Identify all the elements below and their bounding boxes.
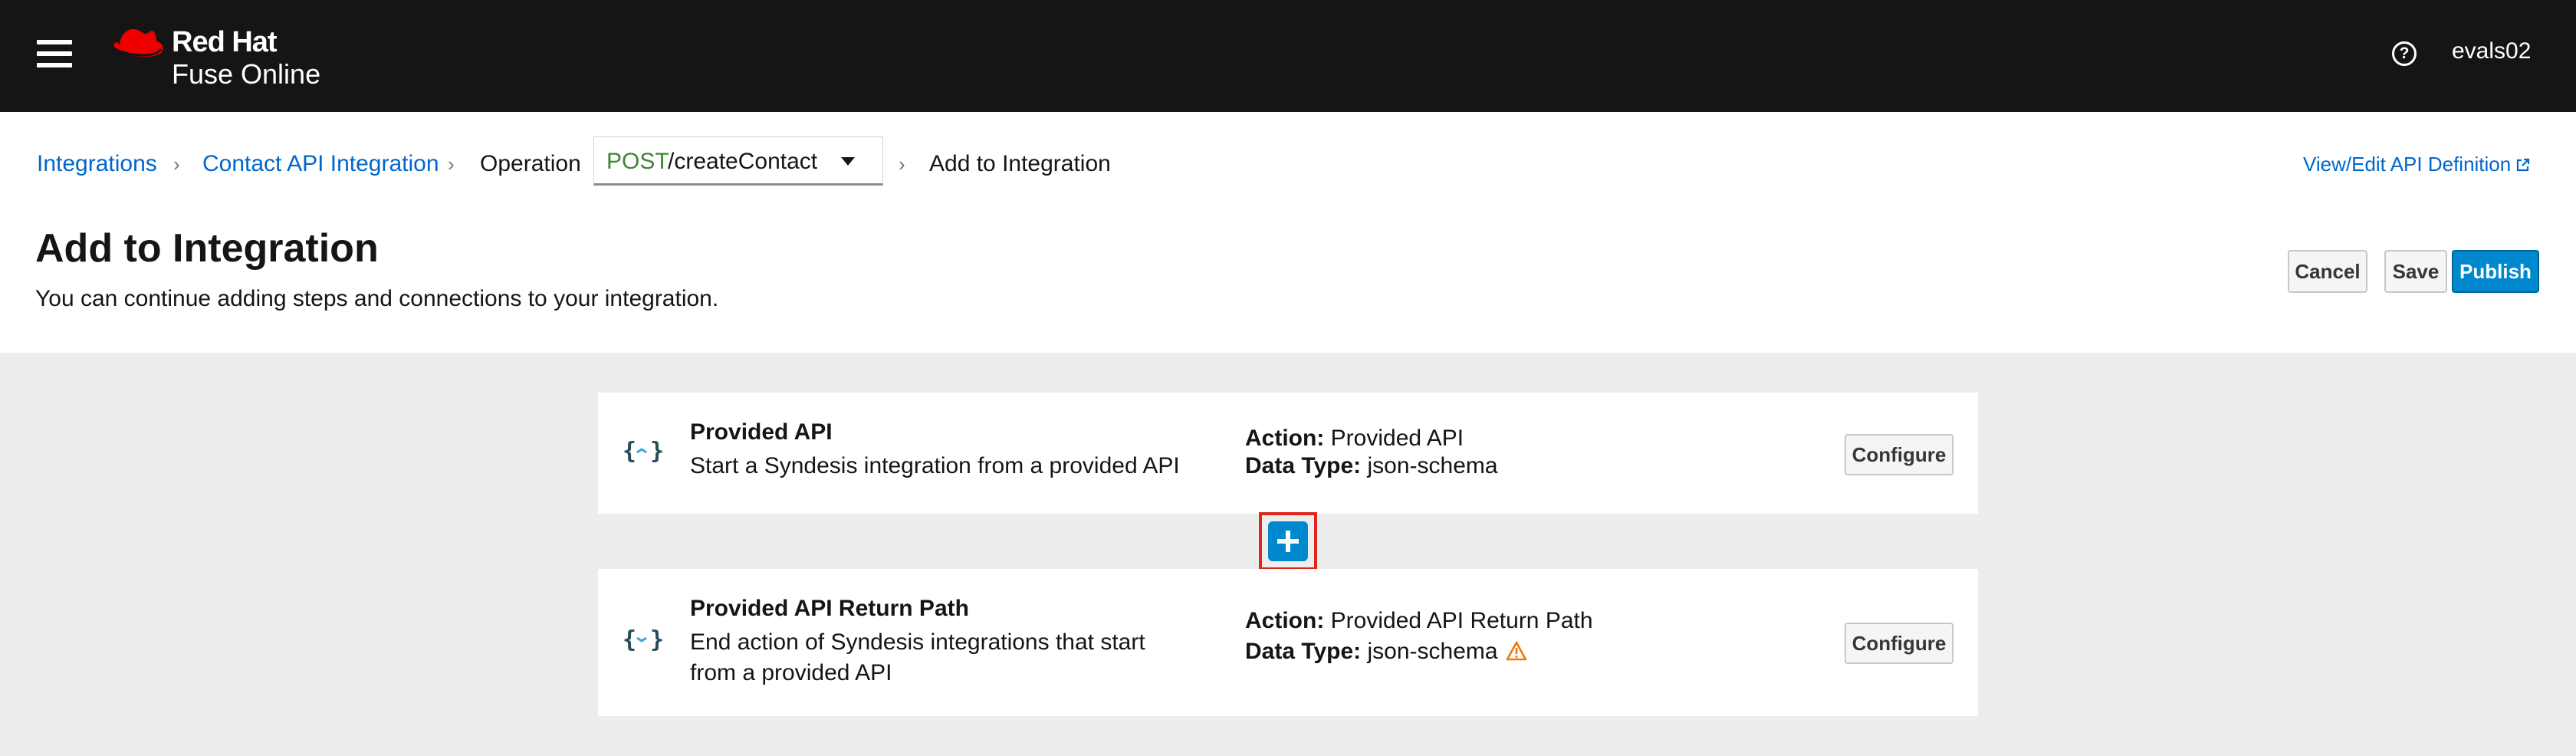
api-braces-icon: { } [623, 438, 664, 465]
step-name: Provided API Return Path [690, 596, 969, 621]
svg-text:}: } [650, 438, 664, 465]
step-data-type: Data Type: json-schema [1245, 636, 1527, 667]
action-label: Action: [1245, 426, 1325, 451]
page-title: Add to Integration [35, 226, 379, 271]
user-menu[interactable]: evals02 [2452, 38, 2531, 64]
step-card-provided-api-return-path: { } Provided API Return Path End action … [598, 569, 1978, 716]
data-type-label: Data Type: [1245, 639, 1362, 664]
save-button[interactable]: Save [2384, 250, 2447, 293]
action-label: Action: [1245, 608, 1325, 633]
action-value: Provided API [1330, 426, 1464, 451]
step-name: Provided API [690, 419, 833, 445]
red-hat-logo-icon [112, 29, 163, 58]
step-data-type: Data Type: json-schema [1245, 451, 1498, 482]
warning-triangle-icon[interactable] [1506, 641, 1527, 661]
step-card-provided-api: { } Provided API Start a Syndesis integr… [598, 393, 1978, 514]
add-step-button[interactable] [1268, 521, 1308, 561]
action-value: Provided API Return Path [1330, 608, 1593, 633]
api-braces-icon: { } [623, 626, 664, 653]
operation-method: POST [606, 149, 669, 174]
page-header: Integrations › Contact API Integration ›… [0, 112, 2576, 353]
page-subtitle: You can continue adding steps and connec… [35, 286, 719, 311]
publish-button[interactable]: Publish [2452, 250, 2539, 293]
svg-text:}: } [650, 626, 664, 653]
operation-label: Operation [480, 151, 581, 176]
data-type-value: json-schema [1367, 639, 1498, 664]
external-link-icon [2517, 158, 2530, 172]
brand-logo[interactable]: Red Hat Fuse Online [107, 23, 337, 92]
svg-text:{: { [623, 438, 636, 465]
masthead: Red Hat Fuse Online ? evals02 [0, 0, 2576, 112]
data-type-value: json-schema [1367, 453, 1498, 478]
cancel-button[interactable]: Cancel [2288, 250, 2367, 293]
step-action: Action: Provided API Return Path [1245, 606, 1593, 636]
svg-text:{: { [623, 626, 636, 653]
hamburger-icon[interactable] [37, 37, 72, 71]
chevron-right-icon: › [448, 153, 455, 176]
api-definition-link-label: View/Edit API Definition [2303, 153, 2512, 176]
step-description: End action of Syndesis integrations that… [690, 629, 1145, 685]
chevron-right-icon: › [899, 153, 905, 176]
operation-select[interactable]: POST /createContact [593, 136, 883, 186]
step-action: Action: Provided API [1245, 423, 1464, 454]
product-name: Fuse Online [172, 58, 321, 90]
breadcrumb-integrations-link[interactable]: Integrations [37, 149, 157, 179]
caret-down-icon [841, 157, 855, 166]
configure-button[interactable]: Configure [1845, 623, 1953, 664]
plus-icon-stroke [1286, 531, 1290, 552]
step-description: Start a Syndesis integration from a prov… [690, 453, 1180, 478]
brand-name: Red Hat [172, 26, 278, 58]
view-edit-api-definition-link[interactable]: View/Edit API Definition [2303, 149, 2531, 179]
operation-path: /createContact [668, 149, 818, 174]
breadcrumb-integration-link[interactable]: Contact API Integration [202, 149, 439, 179]
configure-button[interactable]: Configure [1845, 434, 1953, 475]
data-type-label: Data Type: [1245, 453, 1362, 478]
question-circle-icon[interactable]: ? [2392, 41, 2417, 66]
chevron-right-icon: › [173, 153, 180, 176]
breadcrumb-current: Add to Integration [929, 151, 1111, 176]
